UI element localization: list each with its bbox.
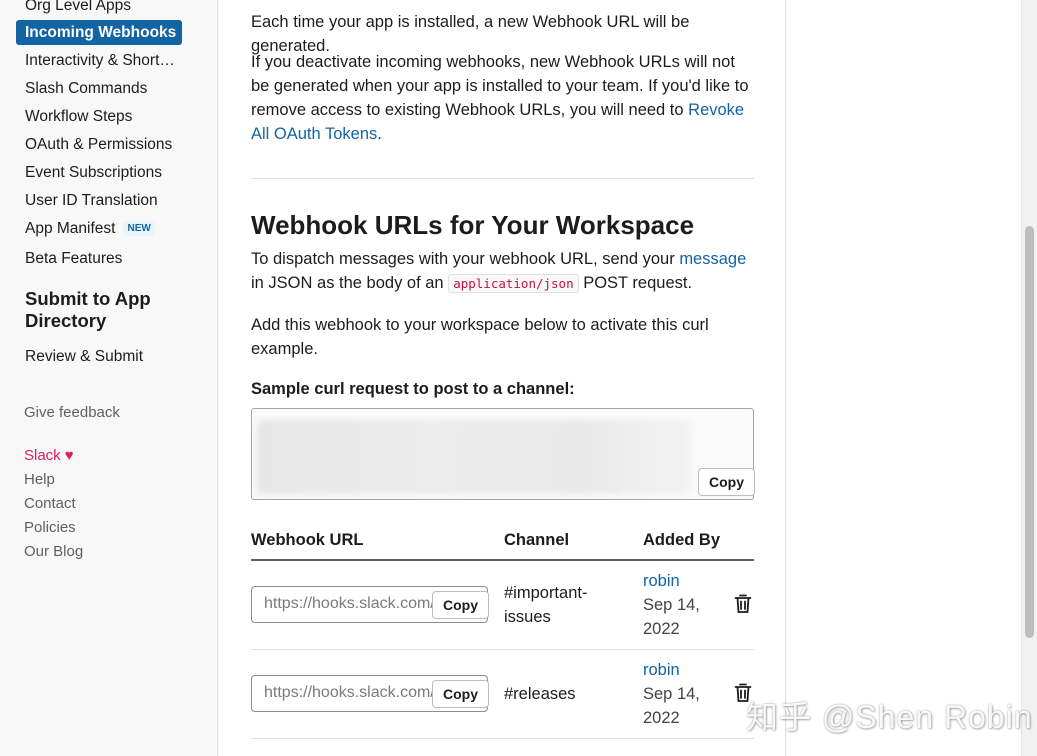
copy-url-button[interactable]: Copy [432,680,489,708]
dispatch-text-2: in JSON as the body of an [251,274,449,292]
sidebar-item-app-manifest[interactable]: App Manifest NEW [16,216,182,241]
sidebar-item-event-subscriptions[interactable]: Event Subscriptions [16,160,182,185]
content-type-code: application/json [448,274,579,293]
sidebar: Org Level Apps Incoming Webhooks Interac… [0,0,218,756]
footer-link-contact[interactable]: Contact [24,493,76,515]
curl-code-redacted [257,420,691,494]
sidebar-item-label: App Manifest [25,220,116,237]
copy-url-button[interactable]: Copy [432,591,489,619]
table-header-added-by: Added By [643,531,721,549]
section-divider [251,178,754,179]
scrollbar-thumb[interactable] [1025,226,1034,638]
table-header-webhook-url: Webhook URL [251,531,364,549]
page-title: Webhook URLs for Your Workspace [251,210,695,240]
add-webhook-text: Add this webhook to your workspace below… [251,316,709,358]
heart-icon: ♥ [64,447,74,464]
curl-code-box[interactable]: Copy [251,408,755,500]
new-badge: NEW [123,221,155,236]
table-header-rule [251,559,754,561]
added-date: Sep 14, 2022 [643,685,700,727]
footer-link-policies[interactable]: Policies [24,517,76,539]
sidebar-item-user-id-translation[interactable]: User ID Translation [16,188,182,213]
footer-link-our-blog[interactable]: Our Blog [24,541,83,563]
intro-deactivate-text: If you deactivate incoming webhooks, new… [251,50,756,146]
footer-link-label: Slack [24,447,61,464]
section-title-submit: Submit to App Directory [25,288,151,331]
sidebar-item-oauth-permissions[interactable]: OAuth & Permissions [16,132,182,157]
vertical-scrollbar[interactable] [1021,0,1037,756]
channel-name: #releases [504,685,576,703]
sample-curl-label: Sample curl request to post to a channel… [251,380,575,398]
copy-curl-button[interactable]: Copy [698,468,755,496]
give-feedback-link[interactable]: Give feedback [24,402,120,424]
sidebar-item-beta-features[interactable]: Beta Features [16,246,182,271]
message-link[interactable]: message [679,250,746,268]
dispatch-text: To dispatch messages with your webhook U… [251,247,756,296]
added-by-user-link[interactable]: robin [643,569,680,593]
main-content: Each time your app is installed, a new W… [219,0,786,756]
intro-deactivate-body: If you deactivate incoming webhooks, new… [251,53,749,119]
sidebar-item-slash-commands[interactable]: Slash Commands [16,76,182,101]
right-pane [787,0,1021,756]
sidebar-item-interactivity-shortcuts[interactable]: Interactivity & Shortcuts [16,48,182,73]
intro-deactivate-end: . [377,125,382,143]
row-divider [251,649,754,650]
sidebar-item-org-level-apps[interactable]: Org Level Apps [16,0,182,18]
dispatch-text-1: To dispatch messages with your webhook U… [251,250,680,268]
row-divider [251,738,754,739]
trash-icon[interactable] [734,594,752,614]
table-header-channel: Channel [504,531,570,549]
footer-link-help[interactable]: Help [24,469,55,491]
sidebar-item-review-submit[interactable]: Review & Submit [16,344,182,369]
sidebar-item-incoming-webhooks[interactable]: Incoming Webhooks [16,20,182,45]
watermark: 知乎 @Shen Robin [746,699,1033,735]
footer-link-slack[interactable]: Slack ♥ [24,445,74,467]
added-by-user-link[interactable]: robin [643,658,680,682]
added-date: Sep 14, 2022 [643,596,700,638]
dispatch-text-3: POST request. [578,274,693,292]
sidebar-item-workflow-steps[interactable]: Workflow Steps [16,104,182,129]
channel-name: #important-issues [504,584,588,626]
